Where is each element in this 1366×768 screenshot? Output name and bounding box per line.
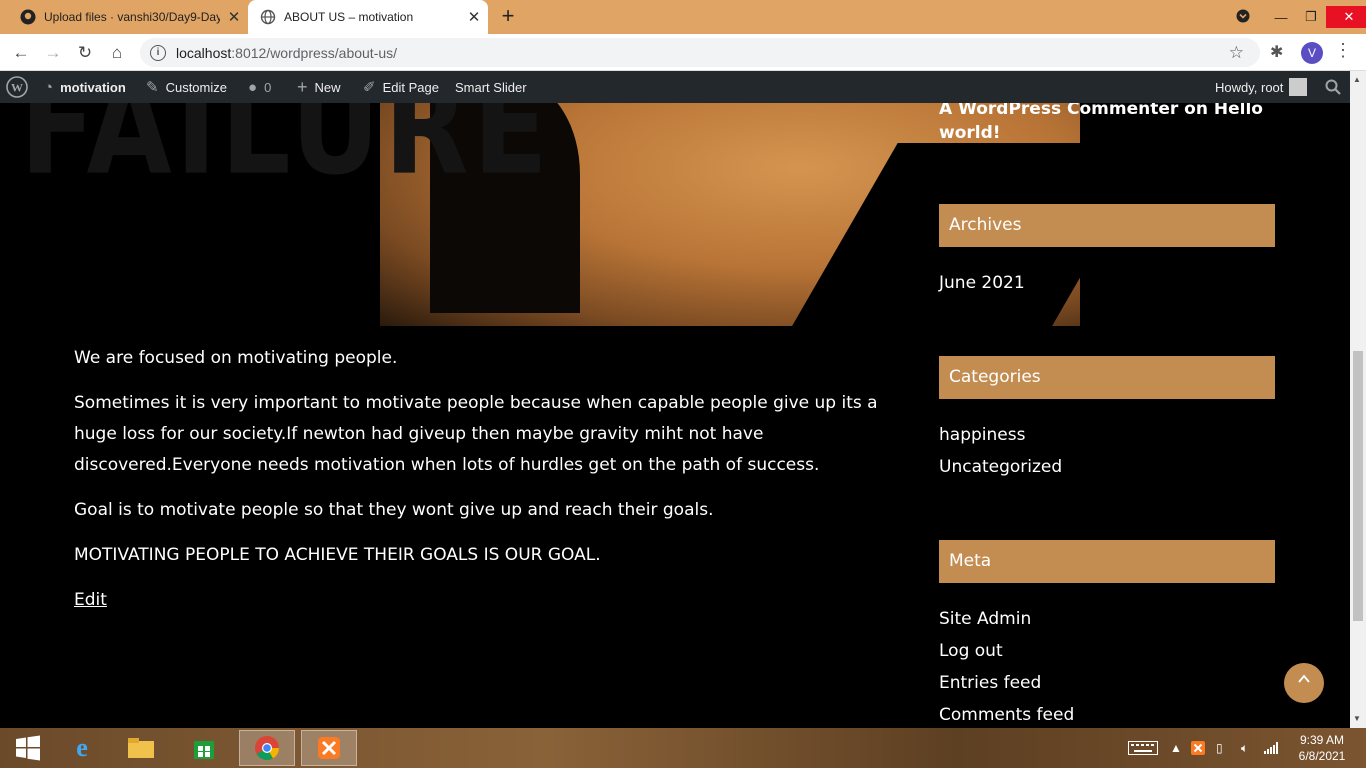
bookmark-star-icon[interactable]: ☆ <box>1229 43 1244 63</box>
paragraph: Sometimes it is very important to motiva… <box>74 393 878 475</box>
plus-icon: + <box>297 76 308 97</box>
browser-menu-icon[interactable]: ⋮ <box>1334 40 1352 61</box>
recent-comment-text: A WordPress Commenter on Hello <box>939 103 1263 119</box>
paragraph: Goal is to motivate people so that they … <box>74 500 714 520</box>
address-bar[interactable]: i localhost:8012/wordpress/about-us/ ☆ <box>140 38 1260 67</box>
user-avatar <box>1289 78 1308 96</box>
paragraph: MOTIVATING PEOPLE TO ACHIEVE THEIR GOALS… <box>74 545 601 565</box>
adminbar-site-link[interactable]: ◔ motivation <box>44 71 126 103</box>
meta-widget-title: Meta <box>939 540 1275 583</box>
url-path: :8012/wordpress/about-us/ <box>231 44 398 61</box>
clock-date: 6/8/2021 <box>1298 749 1346 763</box>
url-host: localhost <box>176 44 232 61</box>
search-icon[interactable] <box>1325 71 1341 103</box>
scroll-down-arrow-icon[interactable]: ▼ <box>1353 714 1361 723</box>
close-tab-icon[interactable]: ✕ <box>220 8 248 26</box>
close-tab-icon[interactable]: ✕ <box>460 8 488 26</box>
comment-bubble-icon: ● <box>248 78 258 96</box>
svg-text:W: W <box>11 81 23 95</box>
windows-taskbar: e ▲ ▯ 🔈︎ 9:39 AM 6/8/2021 <box>0 728 1366 768</box>
forward-arrow-icon[interactable]: → <box>40 40 66 66</box>
volume-icon[interactable]: 🔈︎ <box>1241 728 1248 768</box>
tab-title: Upload files · vanshi30/Day9-Day <box>44 10 220 24</box>
tray-expand-icon[interactable]: ▲ <box>1170 728 1182 768</box>
window-controls: — ❐ ✕ <box>1266 0 1366 34</box>
new-label: New <box>314 79 341 95</box>
network-signal-icon[interactable] <box>1264 728 1278 768</box>
howdy-label: Howdy, root <box>1215 79 1284 95</box>
file-explorer-icon[interactable] <box>113 730 169 766</box>
meta-link-comments-feed[interactable]: Comments feed <box>939 705 1074 725</box>
windows-start-icon[interactable] <box>0 730 56 766</box>
pencil-icon: ✐ <box>363 79 376 96</box>
restore-icon[interactable]: ❐ <box>1296 9 1326 25</box>
back-arrow-icon[interactable]: ← <box>8 40 34 66</box>
adminbar-edit-page[interactable]: ✐ Edit Page <box>363 71 439 103</box>
browser-tab-strip: Upload files · vanshi30/Day9-Day ✕ ABOUT… <box>0 0 1366 34</box>
edit-link[interactable]: Edit <box>74 590 107 610</box>
clock-time: 9:39 AM <box>1299 733 1345 747</box>
page-scrollbar[interactable]: ▲ ▼ <box>1350 71 1366 728</box>
chrome-icon[interactable] <box>239 730 295 766</box>
tab-about-us[interactable]: ABOUT US – motivation ✕ <box>248 0 488 34</box>
paragraph: We are focused on motivating people. <box>74 348 398 368</box>
adminbar-new[interactable]: + New <box>297 71 341 103</box>
adminbar-comments[interactable]: ● 0 <box>248 71 271 103</box>
wp-admin-bar: W ◔ motivation ✎ Customize ● 0 + New ✐ E… <box>0 71 1366 103</box>
scroll-thumb[interactable] <box>1353 351 1363 621</box>
edit-page-label: Edit Page <box>382 79 439 95</box>
site-info-icon[interactable]: i <box>150 44 166 61</box>
archives-widget-title: Archives <box>939 204 1275 247</box>
wordpress-logo-icon[interactable]: W <box>6 71 28 103</box>
minimize-icon[interactable]: — <box>1266 10 1296 25</box>
meta-link-site-admin[interactable]: Site Admin <box>939 609 1031 629</box>
browser-toolbar: ← → ↻ ⌂ i localhost:8012/wordpress/about… <box>0 34 1366 71</box>
xampp-icon[interactable] <box>301 730 357 766</box>
page-content-area: FAILURE We are focused on motivating peo… <box>0 103 1350 728</box>
tab-title: ABOUT US – motivation <box>284 10 414 24</box>
site-name: motivation <box>60 79 126 95</box>
xampp-tray-icon[interactable] <box>1191 728 1205 768</box>
profile-avatar[interactable]: V <box>1301 42 1323 64</box>
meta-link-entries-feed[interactable]: Entries feed <box>939 673 1041 693</box>
recent-comment-link[interactable]: A WordPress Commenter on Hello world! <box>939 103 1263 145</box>
category-link[interactable]: happiness <box>939 425 1025 445</box>
smart-slider-label: Smart Slider <box>455 79 527 95</box>
github-icon <box>20 9 36 25</box>
home-icon[interactable]: ⌂ <box>104 40 130 66</box>
comments-count: 0 <box>264 79 272 95</box>
adminbar-smart-slider[interactable]: Smart Slider <box>455 71 527 103</box>
customize-label: Customize <box>165 79 227 95</box>
recent-comment-text: world! <box>939 123 1001 143</box>
system-clock[interactable]: 9:39 AM 6/8/2021 <box>1292 732 1352 764</box>
scroll-up-arrow-icon[interactable]: ▲ <box>1353 75 1361 84</box>
featured-image: FAILURE <box>0 103 1080 326</box>
extensions-puzzle-icon[interactable]: ✱ <box>1270 42 1283 62</box>
paintbrush-icon: ✎ <box>146 79 159 96</box>
reload-icon[interactable]: ↻ <box>72 40 98 66</box>
archive-link[interactable]: June 2021 <box>939 273 1025 293</box>
tab-search-icon[interactable] <box>1228 0 1258 34</box>
store-icon[interactable] <box>176 730 232 766</box>
window-close-icon[interactable]: ✕ <box>1326 6 1366 28</box>
adminbar-account[interactable]: Howdy, root <box>1215 71 1308 103</box>
battery-icon[interactable]: ▯ <box>1216 728 1223 768</box>
meta-link-log-out[interactable]: Log out <box>939 641 1003 661</box>
category-link[interactable]: Uncategorized <box>939 457 1062 477</box>
globe-icon <box>260 9 276 25</box>
new-tab-button[interactable]: + <box>496 5 520 29</box>
page-article: We are focused on motivating people. Som… <box>74 343 894 616</box>
internet-explorer-icon[interactable]: e <box>54 730 110 766</box>
dashboard-icon: ◔ <box>44 78 54 96</box>
categories-widget-title: Categories <box>939 356 1275 399</box>
keyboard-icon[interactable] <box>1128 728 1158 768</box>
adminbar-customize[interactable]: ✎ Customize <box>146 71 227 103</box>
back-to-top-button[interactable] <box>1284 663 1324 703</box>
tab-github[interactable]: Upload files · vanshi30/Day9-Day ✕ <box>8 0 248 34</box>
